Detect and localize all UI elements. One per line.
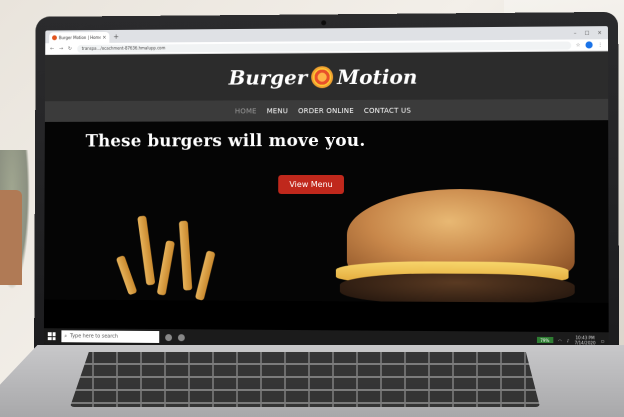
- taskbar-clock[interactable]: 10:43 PM 7/14/2020: [575, 335, 596, 345]
- close-window-button[interactable]: ×: [598, 30, 602, 36]
- window-controls: – □ ×: [574, 30, 608, 36]
- fry-image: [194, 250, 216, 301]
- task-view-icon[interactable]: [165, 333, 173, 341]
- fry-image: [115, 255, 138, 296]
- taskbar-search[interactable]: ⌕ Type here to search: [61, 330, 160, 343]
- taskbar-search-placeholder: Type here to search: [69, 333, 119, 340]
- windows-start-icon[interactable]: [47, 332, 56, 341]
- battery-indicator[interactable]: 79%: [536, 336, 553, 344]
- burger-logo-icon: [311, 65, 334, 88]
- minimize-button[interactable]: –: [574, 30, 577, 36]
- fry-image: [137, 215, 156, 286]
- tab-title: Burger Motion | Home: [58, 34, 101, 41]
- laptop-screen: Burger Motion | Home × + – □ × ← → ↻ tra…: [43, 26, 609, 349]
- hero-heading: These burgers will move you.: [85, 130, 366, 152]
- hero-section: These burgers will move you. View Menu: [44, 120, 609, 303]
- system-tray: 79% ◠ ♪ 10:43 PM 7/14/2020 ▭: [536, 335, 605, 346]
- reload-icon[interactable]: ↻: [68, 46, 72, 52]
- search-icon: ⌕: [64, 333, 68, 340]
- nav-home[interactable]: HOME: [235, 107, 257, 115]
- clock-date: 7/14/2020: [574, 340, 596, 346]
- volume-icon[interactable]: ♪: [567, 338, 570, 343]
- nav-order-online[interactable]: ORDER ONLINE: [298, 106, 354, 114]
- url-input[interactable]: transpa…/ocachment-87636.hmalupp.com: [76, 41, 571, 53]
- laptop-lid: Burger Motion | Home × + – □ × ← → ↻ tra…: [34, 11, 620, 357]
- site-nav: HOME MENU ORDER ONLINE CONTACT US: [44, 98, 609, 122]
- fry-image: [156, 240, 175, 296]
- browser-app-icon[interactable]: [177, 333, 185, 341]
- notifications-icon[interactable]: ▭: [601, 338, 605, 343]
- favicon-icon: [52, 35, 57, 41]
- browser-tab[interactable]: Burger Motion | Home ×: [49, 31, 110, 44]
- webcam: [320, 20, 326, 26]
- bookmark-star-icon[interactable]: ☆: [576, 42, 581, 48]
- tab-close-icon[interactable]: ×: [102, 34, 106, 40]
- wifi-icon[interactable]: ◠: [558, 338, 562, 343]
- fry-image: [178, 220, 193, 291]
- logo-text-left: Burger: [228, 64, 308, 90]
- new-tab-button[interactable]: +: [113, 32, 119, 43]
- burger-patty-image: [339, 273, 575, 303]
- view-menu-button[interactable]: View Menu: [278, 174, 344, 195]
- maximize-button[interactable]: □: [585, 30, 590, 36]
- menu-kebab-icon[interactable]: ⋮: [598, 42, 603, 48]
- site-header: Burger Motion: [44, 51, 609, 102]
- profile-avatar[interactable]: [585, 41, 593, 49]
- site-logo[interactable]: Burger Motion: [229, 64, 418, 89]
- forward-arrow-icon[interactable]: →: [59, 46, 63, 52]
- nav-menu[interactable]: MENU: [267, 107, 288, 115]
- background-pot: [0, 190, 22, 285]
- keyboard: [70, 352, 540, 407]
- nav-contact-us[interactable]: CONTACT US: [364, 106, 411, 114]
- logo-text-right: Motion: [337, 64, 418, 89]
- back-arrow-icon[interactable]: ←: [50, 46, 54, 52]
